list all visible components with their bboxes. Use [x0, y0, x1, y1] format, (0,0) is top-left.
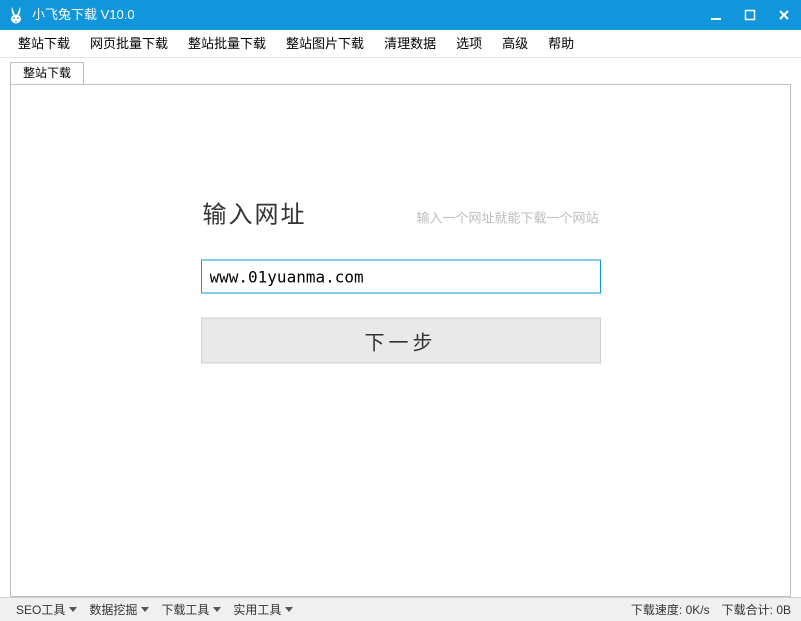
menu-page-batch-download[interactable]: 网页批量下载: [80, 30, 178, 58]
app-title: 小飞兔下载 V10.0: [32, 0, 699, 30]
titlebar: 小飞兔下载 V10.0: [0, 0, 801, 30]
next-button[interactable]: 下一步: [201, 318, 601, 364]
chevron-down-icon: [285, 607, 293, 612]
statusbar-info: 下载速度: 0K/s 下载合计: 0B: [631, 601, 791, 618]
chevron-down-icon: [141, 607, 149, 612]
minimize-button[interactable]: [699, 0, 733, 30]
subheading-label: 输入一个网址就能下载一个网站: [416, 208, 598, 227]
total-label: 下载合计:: [722, 603, 773, 617]
menu-site-download[interactable]: 整站下载: [8, 30, 80, 58]
menu-help[interactable]: 帮助: [538, 30, 584, 58]
close-button[interactable]: [767, 0, 801, 30]
menu-clear-data[interactable]: 清理数据: [374, 30, 446, 58]
speed-label: 下载速度:: [631, 603, 682, 617]
total-value: 0B: [776, 603, 791, 617]
tab-strip: 整站下载: [0, 58, 801, 84]
tool-data-mining-label: 数据挖掘: [89, 601, 137, 618]
window-controls: [699, 0, 801, 30]
tool-utility[interactable]: 实用工具: [227, 601, 299, 618]
tool-seo-label: SEO工具: [16, 601, 65, 618]
menu-options[interactable]: 选项: [446, 30, 492, 58]
tab-site-download[interactable]: 整站下载: [10, 62, 84, 84]
heading-label: 输入网址: [203, 195, 307, 230]
tool-download-label: 下载工具: [161, 601, 209, 618]
menubar: 整站下载 网页批量下载 整站批量下载 整站图片下载 清理数据 选项 高级 帮助: [0, 30, 801, 58]
maximize-button[interactable]: [733, 0, 767, 30]
chevron-down-icon: [213, 607, 221, 612]
url-input[interactable]: [201, 260, 601, 294]
statusbar-tools: SEO工具 数据挖掘 下载工具 实用工具: [10, 601, 299, 618]
input-block: 输入网址 输入一个网址就能下载一个网站 下一步: [201, 195, 601, 364]
menu-advanced[interactable]: 高级: [492, 30, 538, 58]
main-panel: 输入网址 输入一个网址就能下载一个网站 下一步: [10, 84, 791, 597]
tool-download[interactable]: 下载工具: [155, 601, 227, 618]
chevron-down-icon: [69, 607, 77, 612]
speed-value: 0K/s: [686, 603, 710, 617]
menu-site-batch-download[interactable]: 整站批量下载: [178, 30, 276, 58]
heading-row: 输入网址 输入一个网址就能下载一个网站: [201, 195, 601, 230]
rabbit-icon: [6, 5, 26, 25]
tool-seo[interactable]: SEO工具: [10, 601, 83, 618]
download-total: 下载合计: 0B: [722, 601, 791, 618]
menu-site-image-download[interactable]: 整站图片下载: [276, 30, 374, 58]
statusbar: SEO工具 数据挖掘 下载工具 实用工具 下载速度: 0K/s 下载合计: 0B: [0, 597, 801, 621]
download-speed: 下载速度: 0K/s: [631, 601, 710, 618]
tool-data-mining[interactable]: 数据挖掘: [83, 601, 155, 618]
tool-utility-label: 实用工具: [233, 601, 281, 618]
